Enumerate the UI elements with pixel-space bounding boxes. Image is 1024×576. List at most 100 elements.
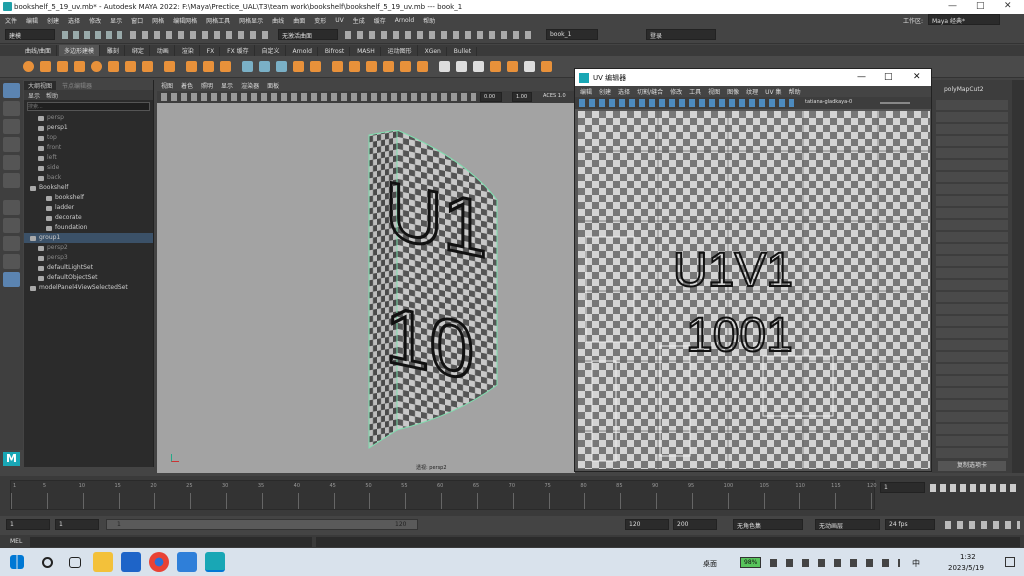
outliner-row[interactable]: bookshelf xyxy=(24,193,153,203)
side-tabs[interactable] xyxy=(1012,80,1024,473)
vp-menu-panels[interactable]: 面板 xyxy=(267,81,279,90)
uv-minimize-icon[interactable]: — xyxy=(857,72,866,82)
poly-torus-icon[interactable] xyxy=(91,61,102,72)
outliner-row[interactable]: ladder xyxy=(24,203,153,213)
selection-mask-icons[interactable] xyxy=(130,31,270,39)
poly-disc-icon[interactable] xyxy=(125,61,136,72)
maya-taskbar-icon[interactable] xyxy=(205,552,225,572)
clock-date[interactable]: 2023/5/19 xyxy=(948,564,984,572)
minimize-icon[interactable]: — xyxy=(948,1,957,11)
four-view-icon[interactable] xyxy=(3,236,20,251)
ime-indicator[interactable]: 中 xyxy=(912,558,920,569)
menu-mesh-display[interactable]: 网格显示 xyxy=(239,16,263,25)
menu-mesh[interactable]: 网格 xyxy=(152,16,164,25)
bridge-icon[interactable] xyxy=(349,61,360,72)
menu-select[interactable]: 选择 xyxy=(68,16,80,25)
attr-row[interactable] xyxy=(936,412,1008,422)
object-name-field[interactable]: book_1 xyxy=(546,29,598,40)
menu-mesh-tools[interactable]: 网格工具 xyxy=(206,16,230,25)
menu-curves[interactable]: 曲线 xyxy=(272,16,284,25)
outliner-row[interactable]: modelPanel4ViewSelectedSet xyxy=(24,283,153,293)
poly-sphere-icon[interactable] xyxy=(23,61,34,72)
outliner-row[interactable]: group1 xyxy=(24,233,153,243)
menu-deform[interactable]: 变形 xyxy=(314,16,326,25)
texture-name-field[interactable]: tatiana-gladkaya-0 xyxy=(805,99,852,105)
attr-row[interactable] xyxy=(936,304,1008,314)
attr-row[interactable] xyxy=(936,136,1008,146)
render-icons[interactable] xyxy=(345,31,535,39)
mel-label[interactable]: MEL xyxy=(10,538,22,545)
shelf-tab-fx[interactable]: FX xyxy=(202,47,221,56)
fps-select[interactable]: 24 fps xyxy=(885,519,935,530)
menu-arnold[interactable]: Arnold xyxy=(395,17,414,24)
poly-plane-icon[interactable] xyxy=(108,61,119,72)
attr-row[interactable] xyxy=(936,364,1008,374)
scale-tool-icon[interactable] xyxy=(3,173,20,188)
attr-row[interactable] xyxy=(936,376,1008,386)
vp-menu-view[interactable]: 视图 xyxy=(161,81,173,90)
quadrangulate-icon[interactable] xyxy=(541,61,552,72)
target-weld-icon[interactable] xyxy=(400,61,411,72)
uv-menu-cut-sew[interactable]: 切割/缝合 xyxy=(637,87,663,96)
smooth-icon[interactable] xyxy=(276,61,287,72)
battery-indicator[interactable]: 98% xyxy=(740,557,762,568)
copy-tab-button[interactable]: 复制选项卡 xyxy=(938,461,1006,471)
vp-menu-shading[interactable]: 着色 xyxy=(181,81,193,90)
workspace-select[interactable]: Maya 经典* xyxy=(928,14,1000,25)
aces-label[interactable]: ACES 1.0 xyxy=(543,93,566,99)
bookshelf-model[interactable]: U1 10 xyxy=(337,130,517,460)
outliner-row[interactable]: persp2 xyxy=(24,243,153,253)
uv-maximize-icon[interactable]: □ xyxy=(884,72,893,82)
vp-menu-lighting[interactable]: 照明 xyxy=(201,81,213,90)
uv-menu-view[interactable]: 视图 xyxy=(708,87,720,96)
attr-row[interactable] xyxy=(936,100,1008,110)
attr-row[interactable] xyxy=(936,160,1008,170)
login-button[interactable]: 登录 xyxy=(646,29,716,40)
uv-editor-titlebar[interactable]: UV 编辑器 — □ ✕ xyxy=(575,69,931,86)
boolean-icon[interactable] xyxy=(293,61,304,72)
maximize-icon[interactable]: □ xyxy=(976,1,985,11)
menu-help[interactable]: 帮助 xyxy=(423,16,435,25)
outliner-row[interactable]: persp xyxy=(24,113,153,123)
character-set-select[interactable]: 无角色集 xyxy=(733,519,803,530)
notification-icon[interactable] xyxy=(1005,557,1015,567)
file-tools-icons[interactable] xyxy=(62,31,122,39)
single-view-icon[interactable] xyxy=(3,218,20,233)
attr-row[interactable] xyxy=(936,124,1008,134)
menu-edit-mesh[interactable]: 编辑网格 xyxy=(173,16,197,25)
uv-menu-select[interactable]: 选择 xyxy=(618,87,630,96)
playback-start-field[interactable]: 1 xyxy=(55,519,99,530)
exposure-field[interactable]: 0.00 xyxy=(480,92,502,102)
uv-tool-icons[interactable] xyxy=(579,99,794,107)
chrome-icon[interactable] xyxy=(149,552,169,572)
search-icon[interactable] xyxy=(42,556,53,568)
uv-menu-textures[interactable]: 纹理 xyxy=(746,87,758,96)
start-frame-field[interactable]: 1 xyxy=(6,519,50,530)
uv-auto-icon[interactable] xyxy=(456,61,467,72)
attr-row[interactable] xyxy=(936,256,1008,266)
tray-icons[interactable] xyxy=(770,559,900,567)
multicut-icon[interactable] xyxy=(383,61,394,72)
attr-row[interactable] xyxy=(936,316,1008,326)
outliner-row[interactable]: foundation xyxy=(24,223,153,233)
separate-icon[interactable] xyxy=(259,61,270,72)
menu-edit[interactable]: 编辑 xyxy=(26,16,38,25)
shelf-tab-curves[interactable]: 曲线/曲面 xyxy=(20,45,58,56)
fill-hole-icon[interactable] xyxy=(507,61,518,72)
move-tool-icon[interactable] xyxy=(3,137,20,152)
attr-row[interactable] xyxy=(936,148,1008,158)
outliner-row[interactable]: top xyxy=(24,133,153,143)
shelf-tab-bifrost[interactable]: Bifrost xyxy=(320,47,351,56)
attr-row[interactable] xyxy=(936,400,1008,410)
vp-menu-renderer[interactable]: 渲染器 xyxy=(241,81,259,90)
tab-outliner[interactable]: 大纲视图 xyxy=(24,80,57,90)
attr-row[interactable] xyxy=(936,448,1008,458)
select-tool-icon[interactable] xyxy=(3,83,20,98)
outliner-layout-icon[interactable] xyxy=(3,254,20,269)
range-bar[interactable]: 1 120 xyxy=(106,519,418,530)
end-frame-field[interactable]: 200 xyxy=(673,519,717,530)
clock-time[interactable]: 1:32 xyxy=(960,553,976,561)
viewport-panel[interactable]: 视图 着色 照明 显示 渲染器 面板 0.00 1.00 ACES 1.0 U1… xyxy=(157,80,575,473)
outliner-menu-help[interactable]: 帮助 xyxy=(46,91,58,100)
attr-row[interactable] xyxy=(936,280,1008,290)
